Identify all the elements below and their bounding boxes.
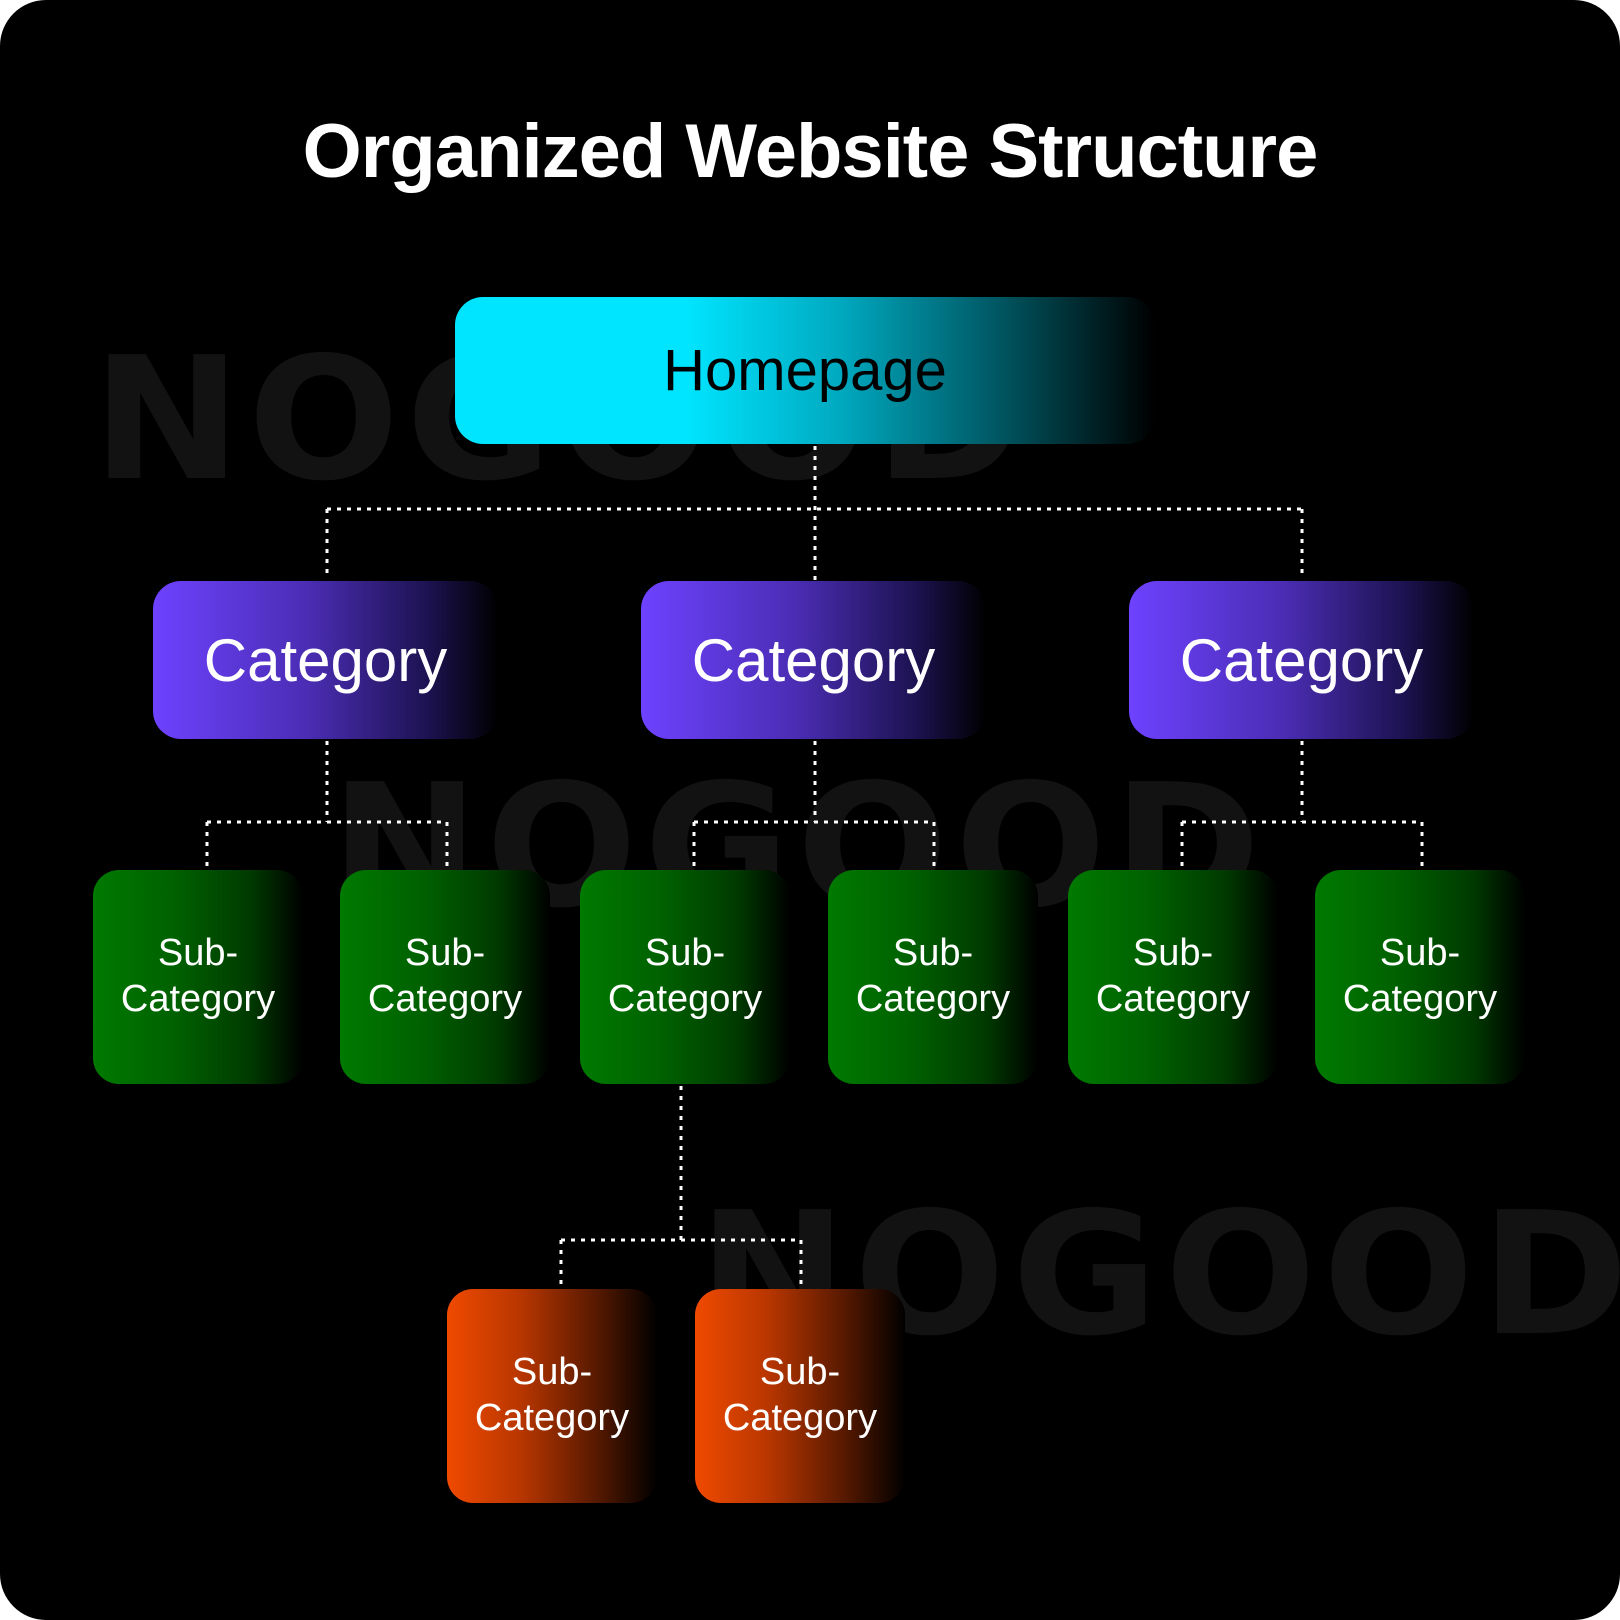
sub-subcategory-node[interactable]: Sub- Category — [695, 1289, 905, 1503]
category-label: Category — [203, 626, 448, 694]
subcategory-label: Sub- Category — [1095, 932, 1251, 1020]
subcategory-label: Sub- Category — [367, 932, 523, 1020]
subcategory-node[interactable]: Sub- Category — [1068, 870, 1278, 1084]
subcategory-label: Sub- Category — [120, 932, 276, 1020]
homepage-node[interactable]: Homepage — [455, 297, 1155, 444]
subcategory-node[interactable]: Sub- Category — [828, 870, 1038, 1084]
subcategory-node[interactable]: Sub- Category — [1315, 870, 1525, 1084]
category-node[interactable]: Category — [641, 581, 986, 739]
homepage-label: Homepage — [663, 338, 947, 403]
sub-subcategory-label: Sub- Category — [722, 1351, 878, 1439]
subcategory-label: Sub- Category — [1342, 932, 1498, 1020]
category-node[interactable]: Category — [1129, 581, 1474, 739]
subcategory-node[interactable]: Sub- Category — [93, 870, 303, 1084]
category-label: Category — [1179, 626, 1424, 694]
diagram-canvas: NOGOOD NOGOOD NOGOOD Organized Website S… — [0, 0, 1620, 1620]
sub-subcategory-label: Sub- Category — [474, 1351, 630, 1439]
subcategory-node[interactable]: Sub- Category — [580, 870, 790, 1084]
sub-subcategory-node[interactable]: Sub- Category — [447, 1289, 657, 1503]
category-node[interactable]: Category — [153, 581, 498, 739]
subcategory-label: Sub- Category — [607, 932, 763, 1020]
category-label: Category — [691, 626, 936, 694]
subcategory-label: Sub- Category — [855, 932, 1011, 1020]
subcategory-node[interactable]: Sub- Category — [340, 870, 550, 1084]
